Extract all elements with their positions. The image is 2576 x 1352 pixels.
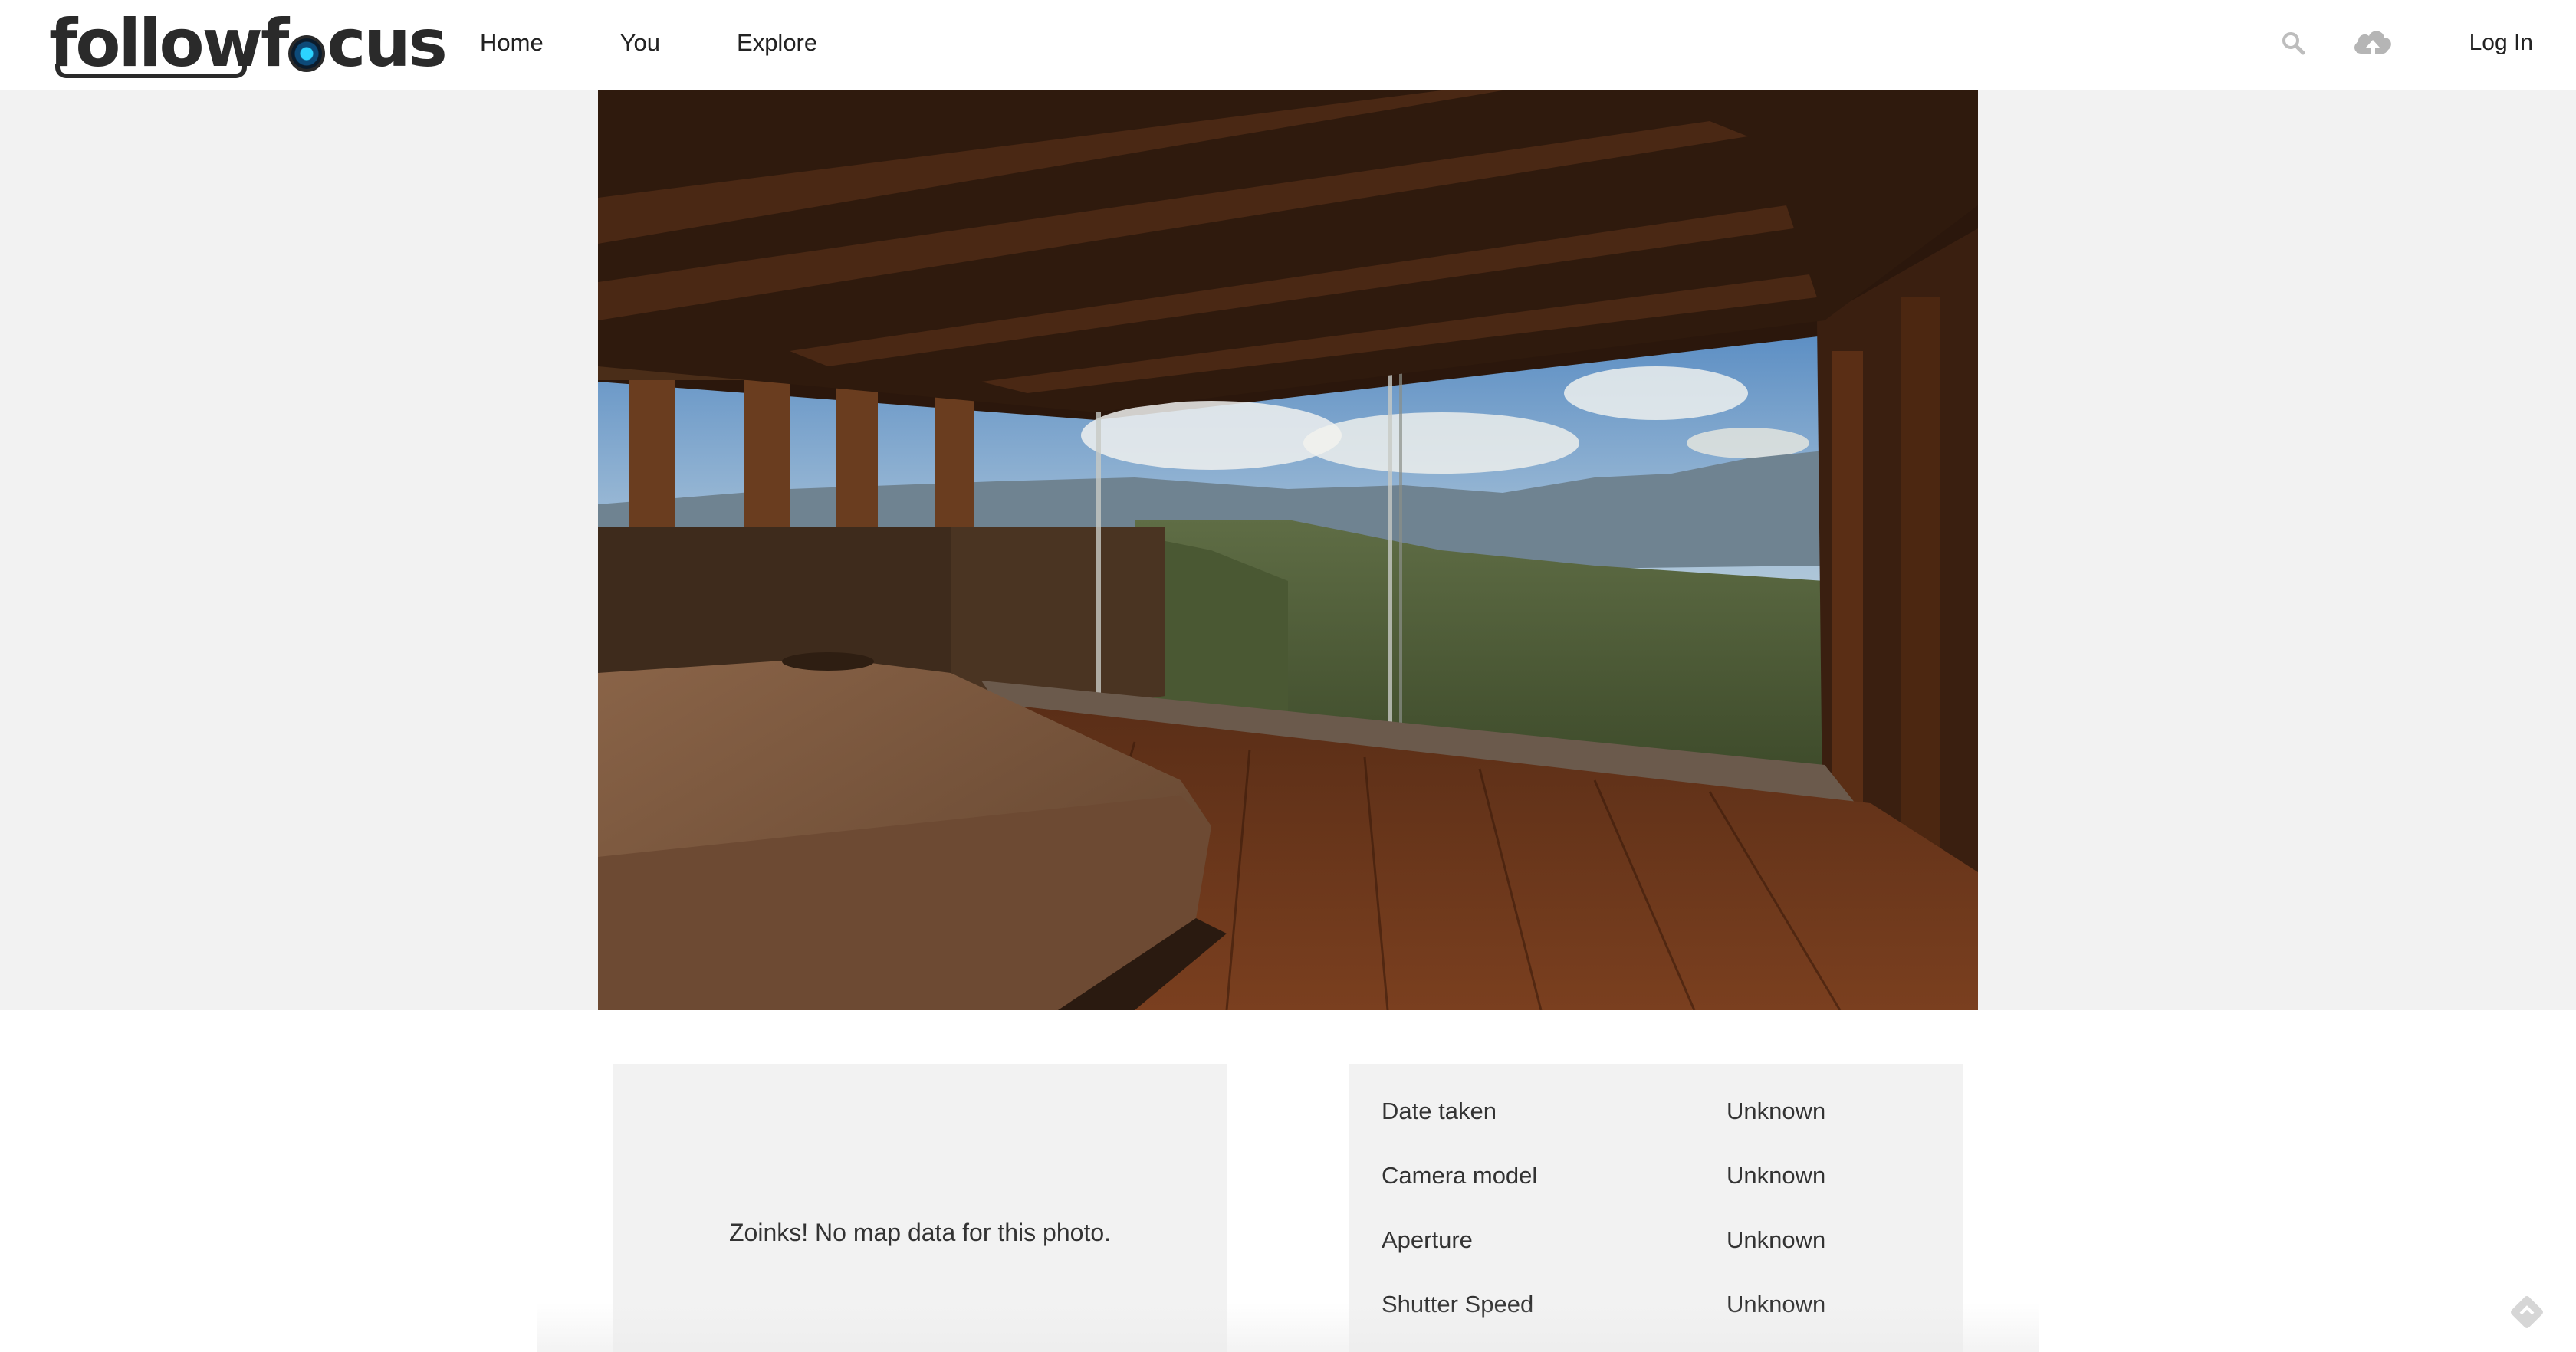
no-map-message: Zoinks! No map data for this photo. bbox=[728, 1219, 1112, 1246]
exif-value: Unknown bbox=[1727, 1098, 1826, 1124]
login-link[interactable]: Log In bbox=[2469, 30, 2533, 56]
site-logo[interactable]: followf cus bbox=[49, 3, 448, 78]
feedback-tag-icon[interactable] bbox=[2505, 1291, 2548, 1334]
exif-label: Aperture bbox=[1382, 1226, 1473, 1253]
nav-home[interactable]: Home bbox=[480, 29, 544, 57]
logo-underline bbox=[55, 64, 247, 78]
nav-you[interactable]: You bbox=[620, 29, 660, 57]
map-panel: Zoinks! No map data for this photo. bbox=[613, 1064, 1227, 1352]
search-icon[interactable] bbox=[2278, 28, 2308, 58]
exif-value: Unknown bbox=[1727, 1291, 1826, 1318]
nav-explore[interactable]: Explore bbox=[737, 29, 817, 57]
exif-label: Shutter Speed bbox=[1382, 1291, 1534, 1318]
exif-label: Camera model bbox=[1382, 1162, 1538, 1189]
exif-value: Unknown bbox=[1727, 1226, 1826, 1253]
top-header: followf cus Home You Explore Log In bbox=[0, 0, 2576, 90]
photo-stage bbox=[0, 90, 2576, 1010]
header-actions: Log In bbox=[2278, 0, 2533, 86]
exif-label: Date taken bbox=[1382, 1098, 1497, 1124]
cloud-upload-icon[interactable] bbox=[2350, 25, 2396, 61]
exif-panel: Date taken Unknown Camera model Unknown … bbox=[1349, 1064, 1963, 1352]
exif-value: Unknown bbox=[1727, 1162, 1826, 1189]
lens-logo-icon bbox=[288, 35, 326, 72]
main-nav: Home You Explore bbox=[480, 0, 894, 86]
main-photo[interactable] bbox=[598, 90, 1978, 1010]
